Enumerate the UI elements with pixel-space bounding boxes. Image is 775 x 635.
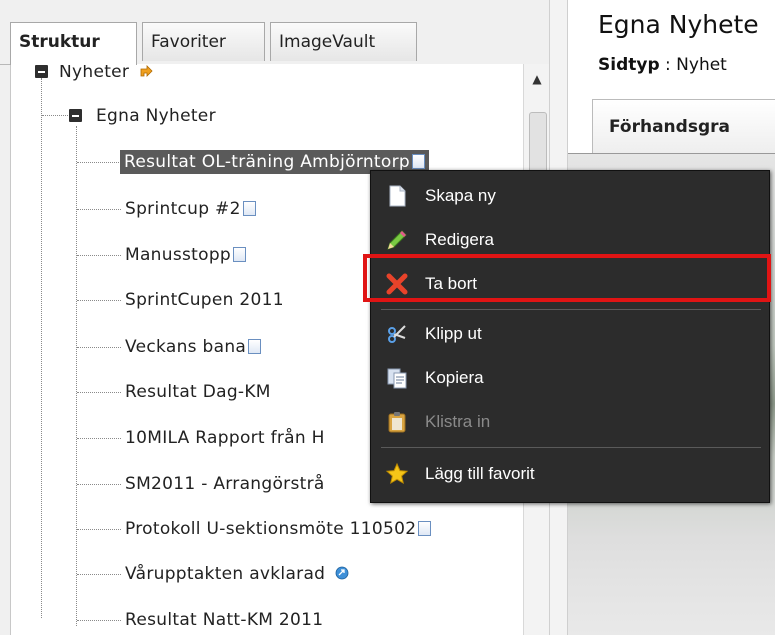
tree-connector [77, 620, 121, 621]
page-title: Egna Nyhete [598, 10, 759, 39]
tree-item[interactable]: Manusstopp [125, 243, 246, 267]
scissors-icon [388, 325, 406, 343]
tree-item[interactable]: Veckans bana [125, 335, 262, 359]
tree-item[interactable]: Protokoll U-sektionsmöte 110502 [125, 517, 432, 541]
tree-item[interactable]: Sprintcup #2 [125, 197, 256, 221]
menu-item-label: Klistra in [425, 412, 491, 431]
menu-item-skapa-ny[interactable]: Skapa ny [371, 174, 769, 218]
page-icon [418, 521, 432, 536]
tree-connector [77, 484, 121, 485]
tab-preview[interactable]: Förhandsgra [592, 99, 775, 153]
tab-imagevault[interactable]: ImageVault [270, 22, 417, 61]
tree-node-label: 10MILA Rapport från H [125, 428, 325, 448]
tree-connector [77, 162, 119, 163]
new-page-icon [389, 185, 406, 207]
page-icon [411, 154, 425, 169]
collapse-toggle-folder[interactable] [69, 109, 82, 122]
page-type-label: Sidtyp [598, 55, 660, 75]
tree-node-label: Sprintcup #2 [125, 199, 241, 219]
tree-node-root[interactable]: Nyheter [59, 64, 153, 84]
scroll-thumb[interactable] [529, 112, 547, 174]
tree-connector [76, 126, 77, 626]
tree-item[interactable]: SprintCupen 2011 [125, 288, 284, 312]
tree-node-label: Resultat Natt-KM 2011 [125, 610, 324, 630]
tree-connector [77, 255, 121, 256]
panel-tabs: Struktur Favoriter ImageVault [0, 0, 568, 65]
tree-connector [41, 78, 42, 618]
highlight-annotation [363, 254, 771, 302]
tree-node-label: Resultat OL-träning Ambjörntorp [124, 152, 410, 172]
menu-item-klistra-in: Klistra in [371, 400, 769, 444]
tree-node-label: Resultat Dag-KM [125, 382, 271, 402]
tree-node-label: Nyheter [59, 64, 130, 82]
tree-connector [77, 438, 121, 439]
tree-item[interactable]: Resultat Natt-KM 2011 [125, 608, 323, 632]
menu-item-kopiera[interactable]: Kopiera [371, 356, 769, 400]
menu-item-label: Lägg till favorit [425, 464, 535, 483]
menu-item-label: Klipp ut [425, 324, 482, 343]
external-link-icon [335, 566, 349, 580]
tree-connector [77, 529, 121, 530]
tree-node-label: SprintCupen 2011 [125, 290, 284, 310]
divider [568, 153, 775, 154]
menu-separator [381, 447, 761, 448]
collapse-toggle-root[interactable] [35, 65, 48, 78]
menu-item-label: Kopiera [425, 368, 484, 387]
star-icon [385, 462, 409, 485]
pencil-icon [387, 230, 407, 250]
tree-connector [77, 574, 121, 575]
shortcut-icon [140, 65, 153, 77]
menu-item-lagg-till-favorit[interactable]: Lägg till favorit [371, 452, 769, 496]
tree-item[interactable]: SM2011 - Arrangörstrå [125, 472, 325, 496]
tree-node-label: Manusstopp [125, 245, 231, 265]
menu-item-label: Skapa ny [425, 186, 496, 205]
tree-connector [77, 347, 121, 348]
scroll-up-arrow-icon[interactable]: ▲ [530, 72, 544, 86]
tree-connector [77, 392, 121, 393]
tree-connector [77, 209, 121, 210]
tree-connector [77, 300, 121, 301]
tree-node-label: Egna Nyheter [96, 106, 216, 126]
page-icon [242, 201, 256, 216]
tab-favoriter[interactable]: Favoriter [142, 22, 265, 61]
tree-node-label: Vårupptakten avklarad [125, 564, 326, 584]
tree-item[interactable]: 10MILA Rapport från H [125, 426, 325, 450]
copy-icon [387, 368, 407, 389]
tree-node-label: Veckans bana [125, 337, 247, 357]
tree-item[interactable]: Resultat Dag-KM [125, 380, 271, 404]
page-type: Sidtyp : Nyhet [598, 55, 727, 75]
tree-item[interactable]: Vårupptakten avklarad [125, 562, 349, 586]
tree-node-label: Protokoll U-sektionsmöte 110502 [125, 519, 417, 539]
context-menu: Skapa ny Redigera Ta bort Klipp ut Kopie… [370, 170, 770, 503]
page-type-value: : Nyhet [659, 55, 727, 75]
clipboard-icon [388, 412, 406, 433]
menu-separator [381, 309, 761, 310]
tab-struktur[interactable]: Struktur [10, 22, 137, 65]
tree-node-label: SM2011 - Arrangörstrå [125, 474, 325, 494]
tree-connector [42, 115, 68, 116]
page-icon [248, 339, 262, 354]
tree-node-folder[interactable]: Egna Nyheter [96, 104, 216, 128]
menu-item-klipp-ut[interactable]: Klipp ut [371, 312, 769, 356]
page-icon [233, 247, 246, 262]
